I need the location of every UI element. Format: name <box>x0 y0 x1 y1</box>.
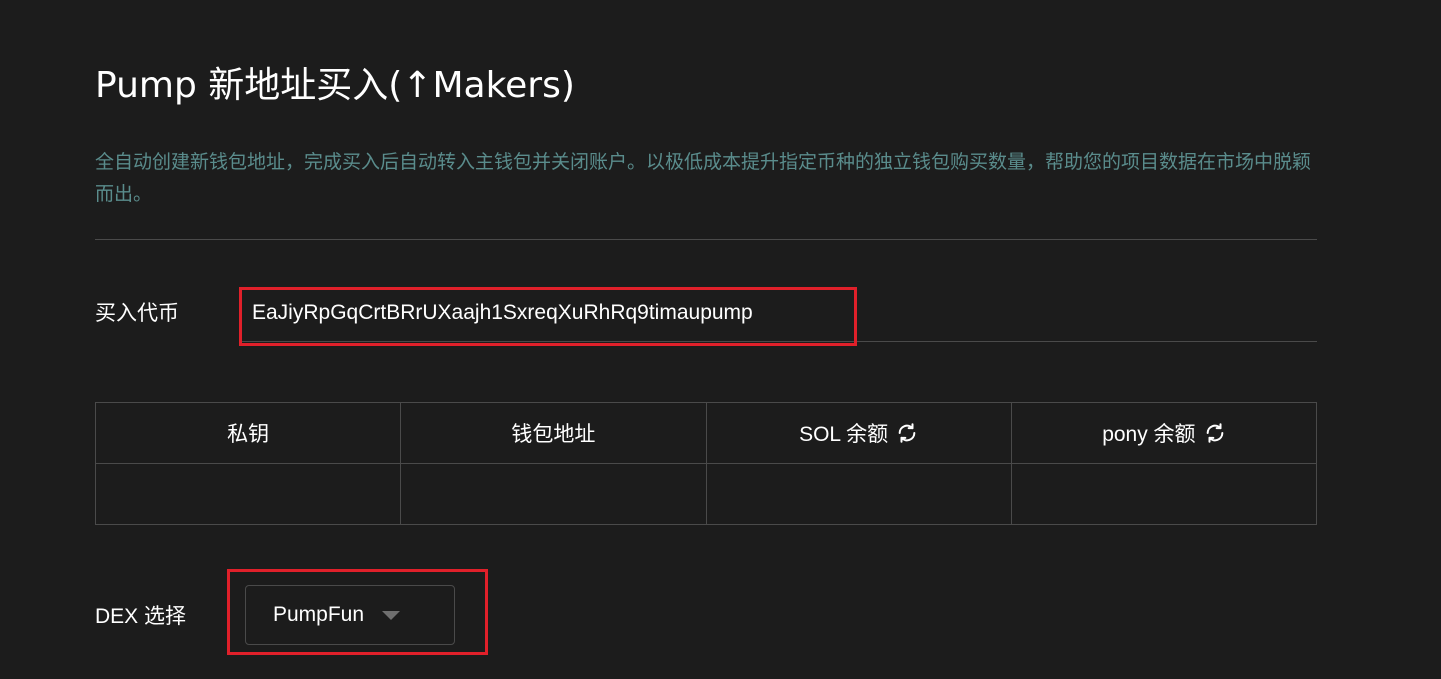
table-header-row: 私钥 钱包地址 SOL 余额 pony 余额 <box>94 402 1318 464</box>
column-header-wallet-address: 钱包地址 <box>400 402 707 464</box>
page-description: 全自动创建新钱包地址，完成买入后自动转入主钱包并关闭账户。以极低成本提升指定币种… <box>95 151 1312 205</box>
header-divider <box>95 239 1317 240</box>
column-header-label: SOL 余额 <box>799 423 889 446</box>
column-header-label: pony 余额 <box>1102 423 1196 446</box>
table-cell <box>705 463 1012 525</box>
table-cell <box>94 463 402 525</box>
page: Pump 新地址买入(↑Makers) 全自动创建新钱包地址，完成买入后自动转入… <box>0 0 1441 679</box>
column-header-label: 私钥 <box>227 423 270 446</box>
token-highlight-box <box>239 287 857 346</box>
table-row-empty <box>94 463 1318 525</box>
column-header-label: 钱包地址 <box>511 423 596 446</box>
column-header-sol-balance: SOL 余额 <box>705 402 1012 464</box>
dex-highlight-box <box>227 569 488 655</box>
refresh-icon[interactable] <box>1204 422 1226 444</box>
table-cell <box>1010 463 1318 525</box>
dex-label: DEX 选择 <box>95 605 187 628</box>
column-header-pony-balance: pony 余额 <box>1010 402 1318 464</box>
column-header-private-key: 私钥 <box>94 402 402 464</box>
refresh-icon[interactable] <box>896 422 918 444</box>
token-label: 买入代币 <box>95 301 179 325</box>
wallet-table: 私钥 钱包地址 SOL 余额 pony 余额 <box>94 402 1318 525</box>
page-title: Pump 新地址买入(↑Makers) <box>95 65 575 106</box>
table-cell <box>400 463 707 525</box>
